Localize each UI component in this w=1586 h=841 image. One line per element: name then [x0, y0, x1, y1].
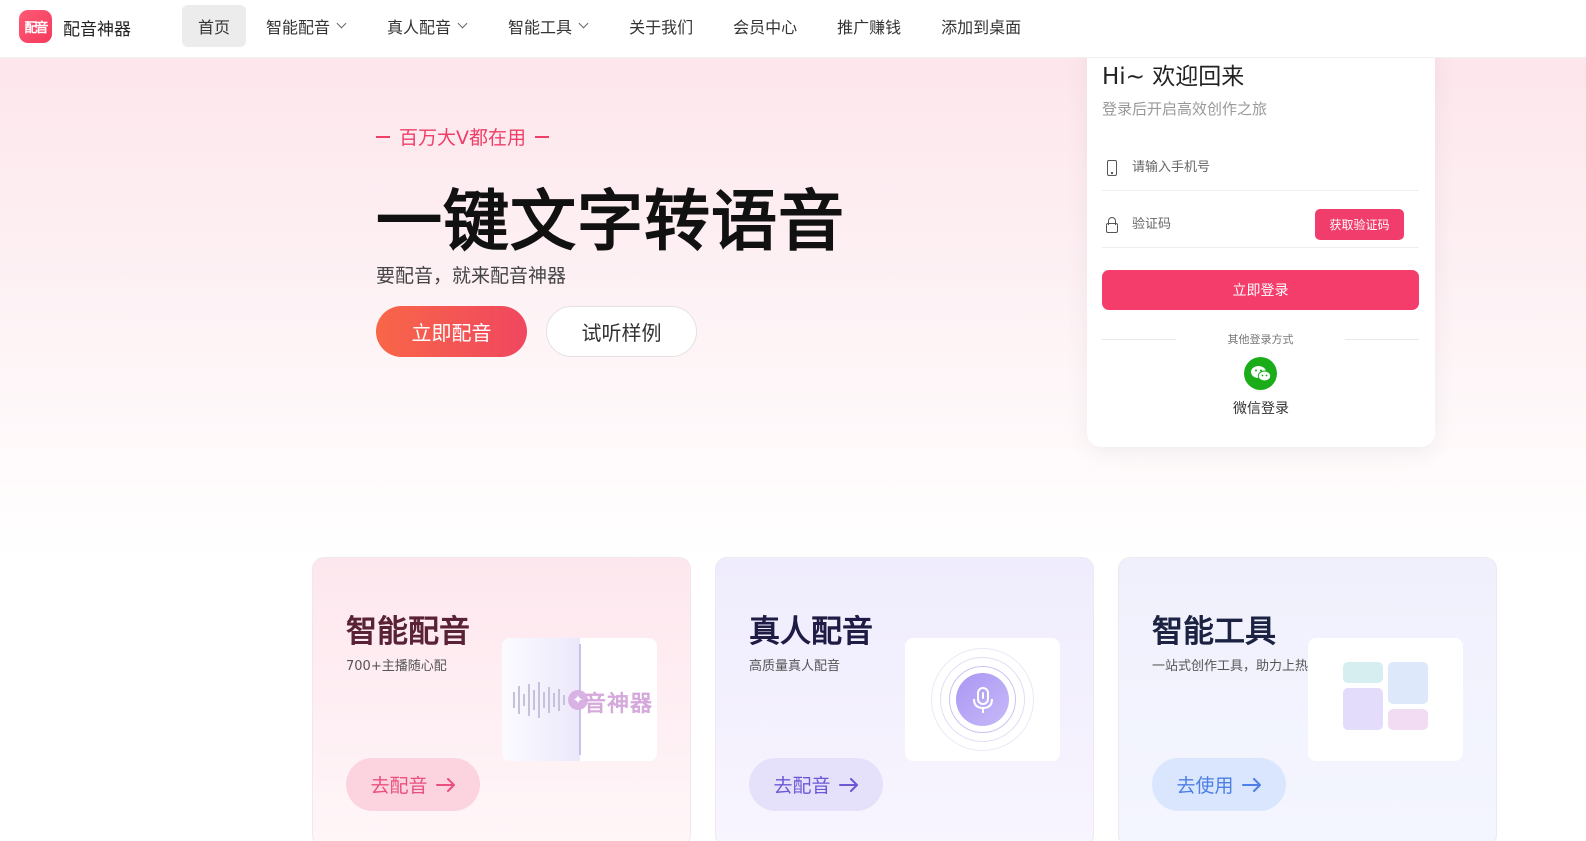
nav-item-label: 关于我们	[629, 18, 694, 37]
card-desc: 700+主播随心配	[346, 659, 447, 674]
other-login-divider: 其他登录方式	[1102, 331, 1419, 347]
chevron-down-icon	[457, 18, 468, 29]
start-dubbing-button[interactable]: 立即配音	[376, 306, 527, 357]
waveform-illustration: ✦ 音神器	[502, 638, 657, 761]
nav-item-label: 首页	[198, 18, 231, 37]
card-title: 真人配音	[749, 614, 873, 650]
login-subtitle: 登录后开启高效创作之旅	[1102, 100, 1268, 118]
card-desc: 一站式创作工具，助力上热门	[1152, 659, 1322, 674]
nav-item-label: 会员中心	[733, 18, 798, 37]
code-input[interactable]	[1132, 217, 1312, 232]
main-nav: 首页 智能配音 真人配音 智能工具 关于我们 会员中心 推广赚钱 添加到桌面	[182, 5, 1021, 47]
microphone-icon	[956, 673, 1009, 726]
button-label: 去配音	[773, 776, 831, 797]
nav-item-label: 智能工具	[508, 18, 573, 37]
dash-decoration	[376, 135, 390, 138]
nav-item-membership[interactable]: 会员中心	[733, 5, 797, 47]
art-text: 音神器	[584, 692, 654, 717]
lock-icon	[1102, 216, 1122, 233]
login-card: Hi~ 欢迎回来 登录后开启高效创作之旅 获取验证码 立即登录 其他登录方式 微…	[1087, 40, 1435, 447]
code-field: 获取验证码	[1102, 202, 1419, 248]
brand-name[interactable]: 配音神器	[63, 15, 131, 40]
divider-line	[1345, 339, 1419, 340]
go-dubbing-button[interactable]: 去配音	[346, 758, 480, 811]
wechat-login-label[interactable]: 微信登录	[1087, 398, 1435, 418]
listen-sample-button[interactable]: 试听样例	[546, 306, 697, 357]
button-label: 去使用	[1176, 776, 1234, 797]
wechat-icon[interactable]	[1244, 357, 1277, 390]
tagline-text: 百万大V都在用	[399, 127, 526, 149]
arrow-right-icon	[838, 777, 859, 792]
get-code-button[interactable]: 获取验证码	[1315, 209, 1404, 240]
arrow-right-icon	[1241, 777, 1262, 792]
login-button[interactable]: 立即登录	[1102, 270, 1419, 310]
logo-text: 配音	[24, 21, 48, 36]
nav-item-human-dubbing[interactable]: 真人配音	[387, 5, 468, 47]
divider-line	[1102, 339, 1176, 340]
dash-decoration	[535, 135, 549, 138]
nav-item-label: 添加到桌面	[941, 18, 1022, 37]
grid-tiles-icon	[1308, 638, 1463, 761]
arrow-right-icon	[435, 777, 456, 792]
other-login-label: 其他登录方式	[1227, 333, 1294, 346]
card-title: 智能工具	[1152, 614, 1276, 650]
phone-field	[1102, 145, 1419, 191]
hero-subline: 要配音，就来配音神器	[376, 265, 567, 287]
nav-item-home[interactable]: 首页	[182, 5, 247, 47]
hero-tagline: 百万大V都在用	[376, 123, 558, 150]
go-human-dubbing-button[interactable]: 去配音	[749, 758, 883, 811]
nav-item-add-to-desktop[interactable]: 添加到桌面	[941, 5, 1021, 47]
go-use-tools-button[interactable]: 去使用	[1152, 758, 1286, 811]
card-desc: 高质量真人配音	[749, 659, 841, 674]
chevron-down-icon	[336, 18, 347, 29]
feature-card-human-dubbing[interactable]: 真人配音 高质量真人配音 去配音	[715, 557, 1094, 841]
phone-icon	[1102, 159, 1122, 176]
feature-card-ai-dubbing[interactable]: 智能配音 700+主播随心配 ✦ 音神器 去配音	[312, 557, 691, 841]
hero-headline: 一键文字转语音	[376, 183, 845, 260]
nav-item-label: 智能配音	[266, 18, 331, 37]
nav-item-label: 真人配音	[387, 18, 452, 37]
logo-icon[interactable]: 配音	[19, 10, 52, 43]
nav-item-ai-dubbing[interactable]: 智能配音	[266, 5, 347, 47]
nav-item-referral[interactable]: 推广赚钱	[837, 5, 901, 47]
card-title: 智能配音	[346, 614, 470, 650]
chevron-down-icon	[578, 18, 589, 29]
login-title: Hi~ 欢迎回来	[1102, 64, 1245, 90]
button-label: 去配音	[370, 776, 428, 797]
microphone-illustration	[905, 638, 1060, 761]
nav-item-label: 推广赚钱	[837, 18, 902, 37]
nav-item-about[interactable]: 关于我们	[629, 5, 693, 47]
top-navbar: 配音 配音神器 首页 智能配音 真人配音 智能工具 关于我们 会员中心 推广赚钱…	[0, 0, 1586, 58]
phone-input[interactable]	[1132, 160, 1312, 175]
feature-card-ai-tools[interactable]: 智能工具 一站式创作工具，助力上热门 去使用	[1118, 557, 1497, 841]
nav-item-ai-tools[interactable]: 智能工具	[508, 5, 589, 47]
